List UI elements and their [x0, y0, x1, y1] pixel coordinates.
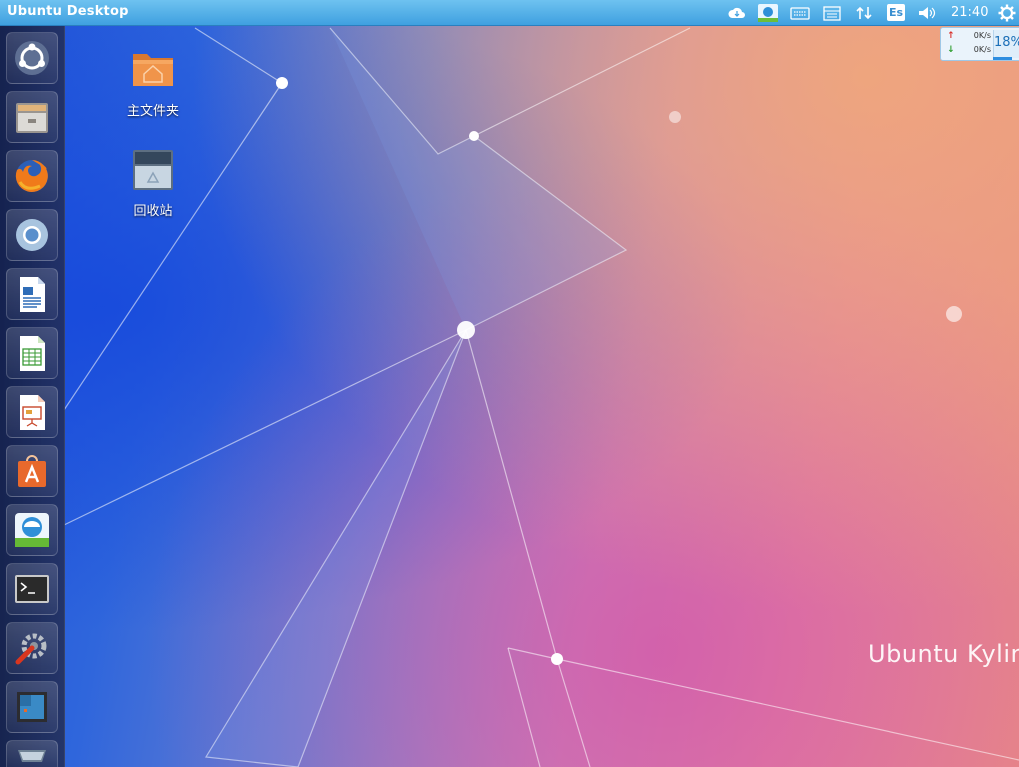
launcher-item-files[interactable] — [6, 91, 58, 143]
launcher — [0, 26, 65, 767]
language-code: Es — [887, 4, 905, 21]
usage-bar — [993, 57, 1012, 60]
launcher-item-firefox[interactable] — [6, 150, 58, 202]
libreoffice-impress-icon — [20, 395, 45, 430]
terminal-icon — [15, 575, 49, 603]
keyboard-icon[interactable] — [788, 3, 812, 22]
wallpaper-watermark: Ubuntu Kylin — [868, 640, 1019, 668]
panel-title: Ubuntu Desktop — [7, 4, 129, 19]
launcher-item-chromium[interactable] — [6, 209, 58, 261]
cloud-icon[interactable] — [726, 3, 748, 22]
launcher-item-kylin-assistant[interactable] — [6, 504, 58, 556]
desktop-icon-home-folder[interactable]: 主文件夹 — [108, 46, 198, 119]
clock[interactable]: 21:40 — [951, 5, 988, 20]
launcher-item-calc[interactable] — [6, 327, 58, 379]
home-folder-icon — [133, 54, 173, 86]
desktop-icon-label: 主文件夹 — [126, 104, 179, 119]
workspace-switcher-icon — [17, 692, 47, 722]
chromium-icon — [16, 219, 48, 251]
calendar-icon[interactable] — [820, 3, 844, 22]
launcher-item-terminal[interactable] — [6, 563, 58, 615]
software-center-icon — [18, 455, 46, 487]
launcher-item-dash[interactable] — [6, 32, 58, 84]
network-monitor[interactable]: ↑ 0K/s ↓ 0K/s 18% — [940, 27, 1019, 61]
power-gear-icon[interactable] — [996, 3, 1018, 22]
download-speed: 0K/s — [973, 45, 991, 54]
launcher-item-trash[interactable] — [6, 740, 58, 767]
trash-icon — [18, 750, 46, 762]
libreoffice-writer-icon — [20, 277, 45, 312]
libreoffice-calc-icon — [20, 336, 45, 371]
network-transfer-icon[interactable] — [852, 3, 876, 22]
upload-speed: 0K/s — [973, 31, 991, 40]
launcher-item-workspace-switcher[interactable] — [6, 681, 58, 733]
kylin-assistant-icon — [15, 513, 49, 547]
trash-icon — [133, 150, 173, 190]
system-settings-icon — [15, 633, 47, 665]
usage-percent: 18% — [993, 30, 1019, 58]
files-icon — [16, 103, 48, 133]
launcher-item-system-settings[interactable] — [6, 622, 58, 674]
desktop[interactable]: Ubuntu Kylin 主文件夹 回收站 — [0, 0, 1019, 767]
volume-icon[interactable] — [915, 3, 939, 22]
language-indicator-icon[interactable]: Es — [885, 3, 907, 22]
top-panel: Ubuntu Desktop Es 21:40 — [0, 0, 1019, 26]
launcher-item-software-center[interactable] — [6, 445, 58, 497]
ubuntu-dash-icon — [15, 41, 49, 75]
upload-arrow-icon: ↑ — [947, 31, 955, 41]
firefox-icon — [15, 160, 48, 192]
launcher-item-writer[interactable] — [6, 268, 58, 320]
desktop-icon-trash[interactable]: 回收站 — [108, 148, 198, 219]
desktop-icon-label: 回收站 — [133, 204, 173, 219]
kylin-assistant-icon[interactable] — [756, 3, 780, 22]
download-arrow-icon: ↓ — [947, 45, 955, 55]
launcher-item-impress[interactable] — [6, 386, 58, 438]
